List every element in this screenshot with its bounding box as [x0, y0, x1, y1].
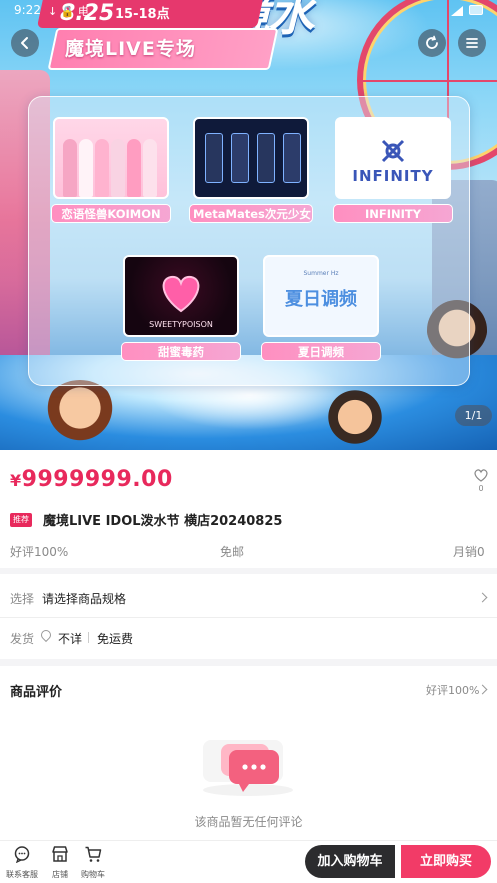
positive-rate: 好评100%: [10, 545, 69, 559]
cart-button[interactable]: 购物车: [73, 845, 113, 880]
artist-label: MetaMates次元少女: [189, 204, 313, 223]
back-button[interactable]: [11, 29, 39, 57]
chevron-left-icon: [21, 37, 28, 49]
divider: [0, 617, 497, 618]
infinity-logo-icon: INFINITY: [352, 139, 433, 185]
svg-text:Summer Hz: Summer Hz: [303, 270, 338, 277]
battery-icon: [469, 5, 483, 15]
ship-origin: 不详: [58, 632, 83, 646]
banner-pager: 1/1: [455, 405, 492, 426]
buy-now-button[interactable]: 立即购买: [401, 845, 491, 878]
refresh-icon: [426, 35, 438, 49]
product-price: ¥9999999.00: [10, 467, 173, 492]
ship-label: 发货: [10, 632, 35, 646]
status-time: 9:22: [14, 3, 41, 17]
heart-logo-icon: SWEETYPOISON: [149, 275, 213, 329]
recommend-badge: 推荐: [10, 513, 32, 527]
spec-select-value: 请选择商品规格: [42, 592, 127, 606]
divider: [88, 632, 89, 643]
chat-bubble-icon: [203, 740, 293, 796]
reviews-rate: 好评100%: [426, 684, 480, 697]
artist-card-metamates[interactable]: MetaMates次元少女: [189, 117, 313, 223]
price-value: 9999999.00: [21, 467, 173, 492]
artist-card-summer[interactable]: Summer Hz 夏日调频 夏日调频: [261, 255, 381, 361]
price-symbol: ¥: [10, 471, 22, 490]
cart-icon: [85, 846, 102, 862]
artist-label: 甜蜜毒药: [121, 342, 241, 361]
status-bar: 9:22 ↓ 🔒 电: [0, 0, 497, 22]
artist-label: 恋语怪兽KOIMON: [51, 204, 171, 223]
heart-icon: [474, 469, 488, 482]
empty-review-text: 该商品暂无任何评论: [194, 815, 303, 829]
spec-select-label: 选择: [10, 592, 35, 606]
artist-photo: [53, 117, 169, 199]
monthly-sales: 月销0: [453, 545, 485, 559]
refresh-button[interactable]: [418, 29, 446, 57]
artist-panel: 恋语怪兽KOIMON MetaMates次元少女 INFINITY INFINI…: [28, 96, 470, 386]
artist-label: 夏日调频: [261, 342, 381, 361]
customer-service-label: 联系客服: [6, 870, 38, 879]
svg-text:SWEETYPOISON: SWEETYPOISON: [149, 320, 213, 329]
svg-text:INFINITY: INFINITY: [352, 167, 433, 185]
shipping-fee: 免邮: [220, 545, 245, 559]
product-page: 魔境水 8.25 15-18点 魔境LIVE专场 恋语怪兽KOIMON: [0, 0, 497, 883]
reviews-title: 商品评价: [10, 685, 63, 700]
artist-card-sweetypoison[interactable]: SWEETYPOISON 甜蜜毒药: [121, 255, 241, 361]
artist-logo: INFINITY: [335, 117, 451, 199]
empty-review-illustration: [195, 728, 301, 798]
add-to-cart-button[interactable]: 加入购物车: [305, 845, 395, 878]
hero-banner[interactable]: 魔境水 8.25 15-18点 魔境LIVE专场 恋语怪兽KOIMON: [0, 0, 497, 450]
ship-fee: 免运费: [97, 632, 134, 646]
artist-logo: SWEETYPOISON: [123, 255, 239, 337]
artist-label: INFINITY: [333, 204, 453, 223]
artist-photo: [193, 117, 309, 199]
svg-text:夏日调频: 夏日调频: [285, 288, 357, 310]
favorite-count: 0: [478, 484, 484, 493]
chat-icon: [14, 846, 30, 864]
event-title: 魔境LIVE专场: [65, 38, 196, 60]
menu-button[interactable]: [458, 29, 486, 57]
artist-logo: Summer Hz 夏日调频: [263, 255, 379, 337]
artist-card-koimon[interactable]: 恋语怪兽KOIMON: [51, 117, 171, 223]
product-title: 魔境LIVE IDOL泼水节 横店20240825: [43, 514, 283, 529]
signal-icon: [451, 6, 463, 16]
character-illustration: [40, 380, 120, 450]
reviews-more-link[interactable]: 好评100%: [420, 676, 497, 700]
cart-label: 购物车: [81, 870, 105, 879]
artist-card-infinity[interactable]: INFINITY INFINITY: [333, 117, 453, 223]
chevron-right-icon: [477, 592, 488, 603]
spec-select-row[interactable]: 选择 请选择商品规格: [0, 578, 497, 616]
summer-logo-icon: Summer Hz 夏日调频: [285, 270, 357, 310]
customer-service-button[interactable]: 联系客服: [2, 845, 42, 880]
status-indicators: [451, 4, 487, 16]
store-icon: [52, 846, 68, 862]
menu-icon: [466, 38, 478, 48]
status-icons: ↓ 🔒 电: [48, 5, 89, 18]
